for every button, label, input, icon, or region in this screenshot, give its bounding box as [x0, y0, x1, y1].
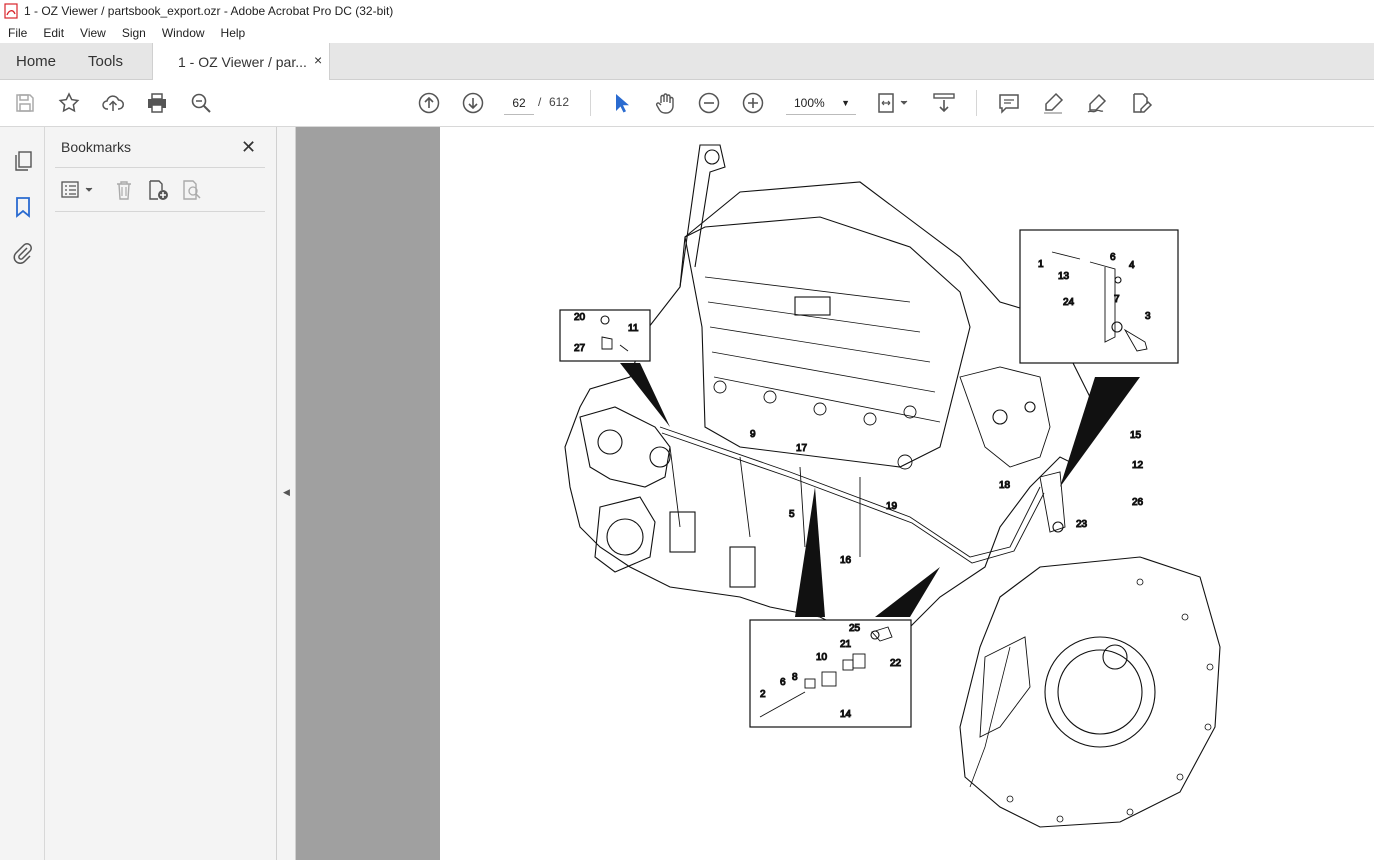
menu-view[interactable]: View	[72, 26, 114, 40]
bookmarks-panel: Bookmarks ✕	[45, 127, 277, 860]
callout-label: 19	[886, 501, 898, 512]
attachment-icon[interactable]	[11, 241, 35, 265]
hand-icon[interactable]	[653, 91, 677, 115]
acrobat-app-icon	[4, 3, 18, 19]
upload-icon[interactable]	[101, 91, 125, 115]
callout-label: 10	[816, 652, 828, 663]
callout-label: 26	[1132, 497, 1144, 508]
callout-label: 6	[1110, 252, 1116, 263]
star-icon[interactable]	[57, 91, 81, 115]
callout-label: 6	[780, 677, 786, 688]
callout-label: 4	[1129, 260, 1135, 271]
callout-label: 18	[999, 480, 1011, 491]
flywheel-housing	[959, 556, 1221, 828]
callout-label: 23	[1076, 519, 1088, 530]
new-bookmark-icon[interactable]	[147, 179, 169, 201]
toolbar-divider	[590, 90, 591, 116]
zoom-search-icon[interactable]	[189, 91, 213, 115]
menu-window[interactable]: Window	[154, 26, 213, 40]
menu-edit[interactable]: Edit	[35, 26, 72, 40]
tab-home[interactable]: Home	[16, 53, 56, 70]
tab-bar: Home Tools 1 - OZ Viewer / par... ×	[0, 43, 1374, 80]
delete-icon[interactable]	[113, 179, 135, 201]
callout-label: 5	[789, 509, 795, 520]
left-rail	[0, 127, 45, 860]
callout-label: 21	[840, 639, 852, 650]
callout-label: 8	[792, 672, 798, 683]
print-icon[interactable]	[145, 91, 169, 115]
menu-file[interactable]: File	[0, 26, 35, 40]
rocker-cover	[684, 216, 971, 468]
inset-detail-top-right	[1019, 229, 1179, 487]
panel-collapse-strip[interactable]: ◀	[277, 127, 296, 860]
options-menu-icon[interactable]	[61, 179, 97, 201]
bookmark-properties-icon[interactable]	[181, 179, 203, 201]
title-bar: 1 - OZ Viewer / partsbook_export.ozr - A…	[0, 0, 1374, 22]
collapse-arrow-icon[interactable]: ◀	[283, 487, 290, 498]
menu-sign[interactable]: Sign	[114, 26, 154, 40]
callout-label: 12	[1132, 460, 1144, 471]
engine-exploded-diagram: 1 13 6 4 24 7 3 20 11 27 9 17 15 12 18 2…	[559, 144, 1221, 828]
menu-bar: File Edit View Sign Window Help	[0, 22, 1374, 43]
callout-label: 22	[890, 658, 902, 669]
divider	[55, 211, 265, 212]
callout-label: 11	[628, 323, 639, 334]
zoom-out-icon[interactable]	[697, 91, 721, 115]
fit-page-icon[interactable]	[876, 91, 910, 115]
callout-label: 20	[574, 312, 586, 323]
zoom-in-icon[interactable]	[741, 91, 765, 115]
fuel-pump	[579, 406, 671, 488]
callout-label: 24	[1063, 297, 1075, 308]
divider	[55, 167, 265, 168]
fuel-line	[659, 426, 1045, 564]
callout-label: 1	[1038, 259, 1044, 270]
edit-pdf-icon[interactable]	[1129, 91, 1153, 115]
scroll-mode-icon[interactable]	[932, 91, 956, 115]
callout-label: 3	[1145, 311, 1151, 322]
callout-label: 17	[796, 443, 808, 454]
panel-title: Bookmarks	[61, 139, 132, 155]
inset-detail-top-left	[559, 309, 670, 427]
window-title: 1 - OZ Viewer / partsbook_export.ozr - A…	[24, 4, 394, 18]
tab-document-label: 1 - OZ Viewer / par...	[178, 54, 307, 70]
main-toolbar: 62 / 612 100% ▼	[0, 80, 1374, 127]
page-total: 612	[549, 95, 570, 109]
callout-label: 7	[1114, 294, 1120, 305]
document-page[interactable]: 1 13 6 4 24 7 3 20 11 27 9 17 15 12 18 2…	[440, 127, 1374, 860]
page-up-icon[interactable]	[417, 91, 441, 115]
callout-label: 25	[849, 623, 861, 634]
lifting-eye	[679, 144, 726, 288]
page-down-icon[interactable]	[461, 91, 485, 115]
engine-block-outline	[564, 181, 1091, 638]
tab-tools[interactable]: Tools	[88, 53, 123, 70]
page-thumbnails-icon[interactable]	[11, 149, 35, 173]
tab-close-icon[interactable]: ×	[314, 52, 322, 68]
select-arrow-icon[interactable]	[609, 91, 633, 115]
menu-help[interactable]: Help	[213, 26, 254, 40]
save-icon[interactable]	[13, 91, 37, 115]
zoom-value: 100%	[794, 96, 825, 110]
callout-label: 16	[840, 555, 852, 566]
callout-label: 2	[760, 689, 766, 700]
zoom-select[interactable]: 100% ▼	[786, 91, 856, 115]
callout-label: 27	[574, 343, 586, 354]
callout-label: 13	[1058, 271, 1070, 282]
toolbar-divider	[976, 90, 977, 116]
tab-document[interactable]: 1 - OZ Viewer / par... ×	[152, 43, 330, 80]
callout-label: 14	[840, 709, 852, 720]
callout-label: 9	[750, 429, 756, 440]
page-separator: /	[538, 95, 542, 109]
chevron-down-icon: ▼	[841, 98, 850, 108]
callout-label: 15	[1130, 430, 1142, 441]
page-number-input[interactable]: 62	[504, 91, 534, 115]
highlight-icon[interactable]	[1041, 91, 1065, 115]
bookmark-icon[interactable]	[11, 195, 35, 219]
close-icon[interactable]: ✕	[241, 137, 256, 158]
comment-icon[interactable]	[997, 91, 1021, 115]
sign-icon[interactable]	[1085, 91, 1109, 115]
